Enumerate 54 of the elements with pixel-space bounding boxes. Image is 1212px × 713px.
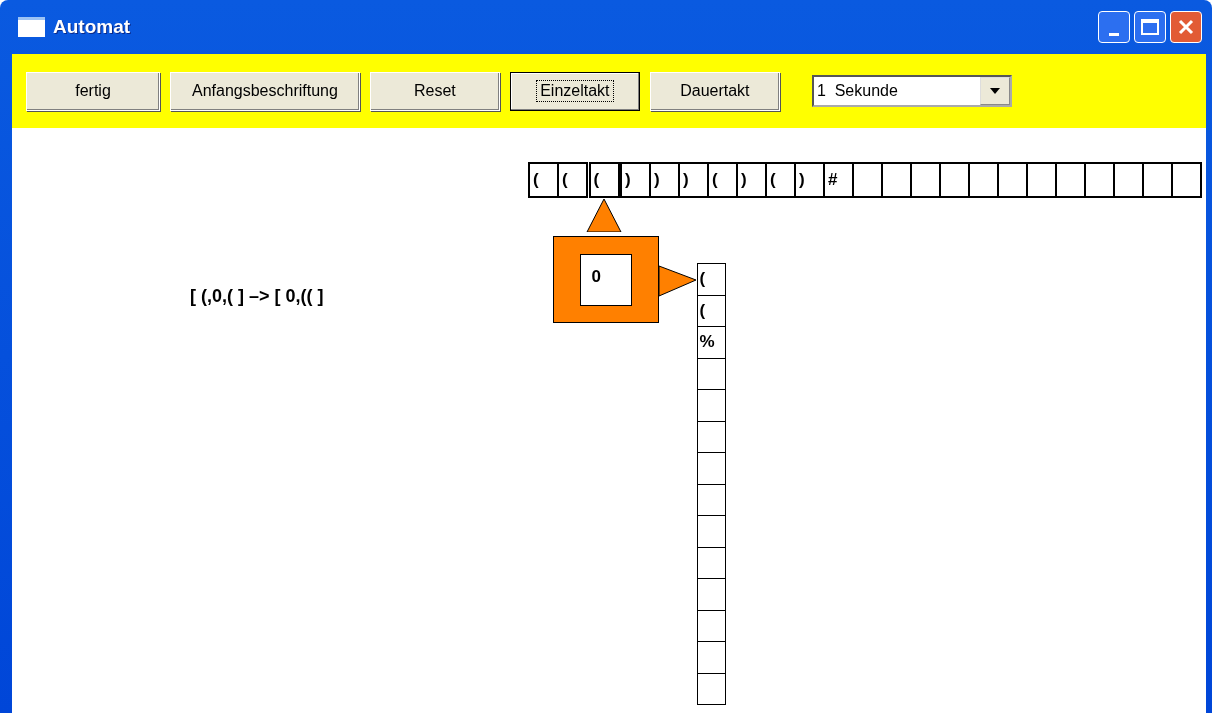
tape-cell — [1171, 162, 1202, 198]
close-icon — [1178, 19, 1194, 35]
speed-select[interactable]: 1 Sekunde — [811, 75, 1012, 107]
maximize-icon — [1141, 19, 1159, 35]
stack-cell: % — [696, 327, 726, 359]
close-button[interactable] — [1170, 11, 1202, 43]
stack-cell — [696, 547, 726, 579]
stack-cell — [696, 358, 726, 390]
tape-cell: ) — [620, 162, 651, 198]
toolbar-button[interactable]: Anfangsbeschriftung — [170, 71, 360, 111]
minimize-icon — [1109, 32, 1119, 36]
tape-cell: ) — [794, 162, 825, 198]
state-value: 0 — [579, 253, 632, 306]
stack-cell — [696, 642, 726, 674]
tape-cell — [1026, 162, 1057, 198]
stack-cell — [696, 453, 726, 485]
minimize-button[interactable] — [1098, 11, 1130, 43]
stack-cell — [696, 390, 726, 422]
tape-cell: ( — [557, 162, 588, 198]
stack-cell — [696, 673, 726, 705]
tape-cell: ) — [649, 162, 680, 198]
transition-rule: [ (,0,( ] –> [ 0,(( ] — [190, 286, 324, 307]
tape-cell — [910, 162, 941, 198]
stack-cell — [696, 484, 726, 516]
tape-cell — [1084, 162, 1115, 198]
maximize-button[interactable] — [1134, 11, 1166, 43]
tape-cell — [997, 162, 1028, 198]
toolbar-button[interactable]: Einzeltakt — [509, 71, 640, 111]
stack-cell: ( — [696, 295, 726, 327]
tape-cell: ( — [765, 162, 796, 198]
window-icon — [18, 17, 45, 37]
window-title: Automat — [53, 16, 131, 38]
tape-cell — [852, 162, 883, 198]
tape-cell — [939, 162, 970, 198]
tape-cell: ( — [588, 162, 620, 198]
tape-cell — [1142, 162, 1173, 198]
tape-cell: # — [823, 162, 854, 198]
toolbar-button[interactable]: Reset — [369, 71, 500, 111]
tape-cell: ) — [736, 162, 767, 198]
tape-cell — [881, 162, 912, 198]
stack-cell — [696, 610, 726, 642]
toolbar-button[interactable]: fertig — [26, 71, 160, 111]
tape-cell — [1113, 162, 1144, 198]
tape-cell: ( — [707, 162, 738, 198]
tape-cell: ) — [678, 162, 709, 198]
head-pointer-icon — [586, 198, 622, 232]
tape-cell: ( — [528, 162, 559, 198]
stack-cell — [696, 579, 726, 611]
toolbar-button[interactable]: Dauertakt — [649, 71, 780, 111]
tape-cell — [1055, 162, 1086, 198]
stack-cell: ( — [696, 264, 726, 296]
stack-cell — [696, 516, 726, 548]
stack-cell — [696, 421, 726, 453]
tape-cell — [968, 162, 999, 198]
